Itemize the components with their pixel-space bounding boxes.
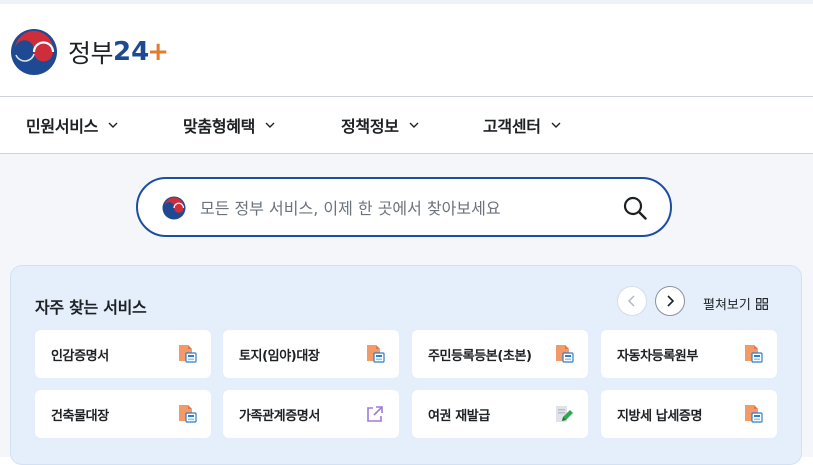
logo-text: 정부 — [68, 39, 114, 68]
carousel-next-button[interactable] — [655, 286, 685, 316]
taegeuk-emblem-icon — [162, 196, 186, 220]
taegeuk-emblem-icon — [11, 29, 57, 75]
document-print-icon — [745, 345, 763, 363]
service-card-label: 자동차등록원부 — [617, 349, 698, 364]
document-print-icon — [745, 405, 763, 423]
expand-all-label: 펼쳐보기 — [703, 298, 751, 313]
nav-item-label: 민원서비스 — [26, 117, 99, 136]
chevron-down-icon — [409, 122, 419, 128]
service-card-label: 여권 재발급 — [428, 409, 490, 424]
logo-number: 24 — [113, 37, 150, 67]
frequent-services-title: 자주 찾는 서비스 — [35, 298, 147, 317]
header: 정부 24 + — [0, 4, 813, 96]
external-link-icon — [367, 406, 383, 422]
nav-item-custom-benefits[interactable]: 맞춤형혜택 — [183, 97, 275, 153]
service-card-label: 지방세 납세증명 — [617, 409, 703, 424]
service-card-seal-certificate[interactable]: 인감증명서 — [35, 330, 211, 378]
chevron-right-icon — [667, 295, 675, 307]
search-icon[interactable] — [622, 195, 648, 221]
chevron-down-icon — [108, 122, 118, 128]
chevron-left-icon — [627, 295, 635, 307]
service-card-label: 가족관계증명서 — [239, 409, 320, 424]
nav-item-label: 정책정보 — [341, 117, 399, 136]
document-print-icon — [179, 405, 197, 423]
document-print-icon — [179, 345, 197, 363]
logo-plus: + — [147, 37, 169, 67]
service-card-label: 건축물대장 — [51, 409, 109, 424]
service-card-vehicle-registration[interactable]: 자동차등록원부 — [601, 330, 777, 378]
nav-item-label: 고객센터 — [483, 117, 541, 136]
grid-view-icon — [755, 297, 768, 310]
search-input[interactable] — [200, 193, 600, 223]
carousel-prev-button[interactable] — [617, 286, 647, 316]
nav-item-customer-center[interactable]: 고객센터 — [483, 97, 561, 153]
edit-document-icon — [556, 406, 573, 422]
frequent-services-panel: 자주 찾는 서비스 펼쳐보기 인감증명서 토지(임야)대장 주민등록등본(초본)… — [10, 265, 802, 465]
service-card-land-register[interactable]: 토지(임야)대장 — [223, 330, 399, 378]
main-content: 자주 찾는 서비스 펼쳐보기 인감증명서 토지(임 — [0, 154, 813, 465]
nav-item-policy-info[interactable]: 정책정보 — [341, 97, 419, 153]
chevron-down-icon — [551, 122, 561, 128]
nav-item-civil-services[interactable]: 민원서비스 — [26, 97, 118, 153]
document-print-icon — [367, 345, 385, 363]
service-card-family-relation[interactable]: 가족관계증명서 — [223, 390, 399, 438]
service-card-label: 토지(임야)대장 — [239, 349, 320, 364]
service-card-label: 주민등록등본(초본) — [428, 349, 532, 364]
chevron-down-icon — [265, 122, 275, 128]
search-bar — [136, 177, 672, 237]
document-print-icon — [556, 345, 574, 363]
service-card-resident-registration[interactable]: 주민등록등본(초본) — [412, 330, 588, 378]
gov24-logo[interactable]: 정부 24 + — [10, 28, 169, 76]
service-card-building-register[interactable]: 건축물대장 — [35, 390, 211, 438]
service-card-label: 인감증명서 — [51, 349, 109, 364]
service-card-local-tax-certificate[interactable]: 지방세 납세증명 — [601, 390, 777, 438]
service-card-passport-reissue[interactable]: 여권 재발급 — [412, 390, 588, 438]
expand-all-button[interactable]: 펼쳐보기 — [703, 294, 768, 313]
nav-item-label: 맞춤형혜택 — [183, 117, 256, 136]
main-nav: 민원서비스 맞춤형혜택 정책정보 고객센터 — [0, 96, 813, 154]
